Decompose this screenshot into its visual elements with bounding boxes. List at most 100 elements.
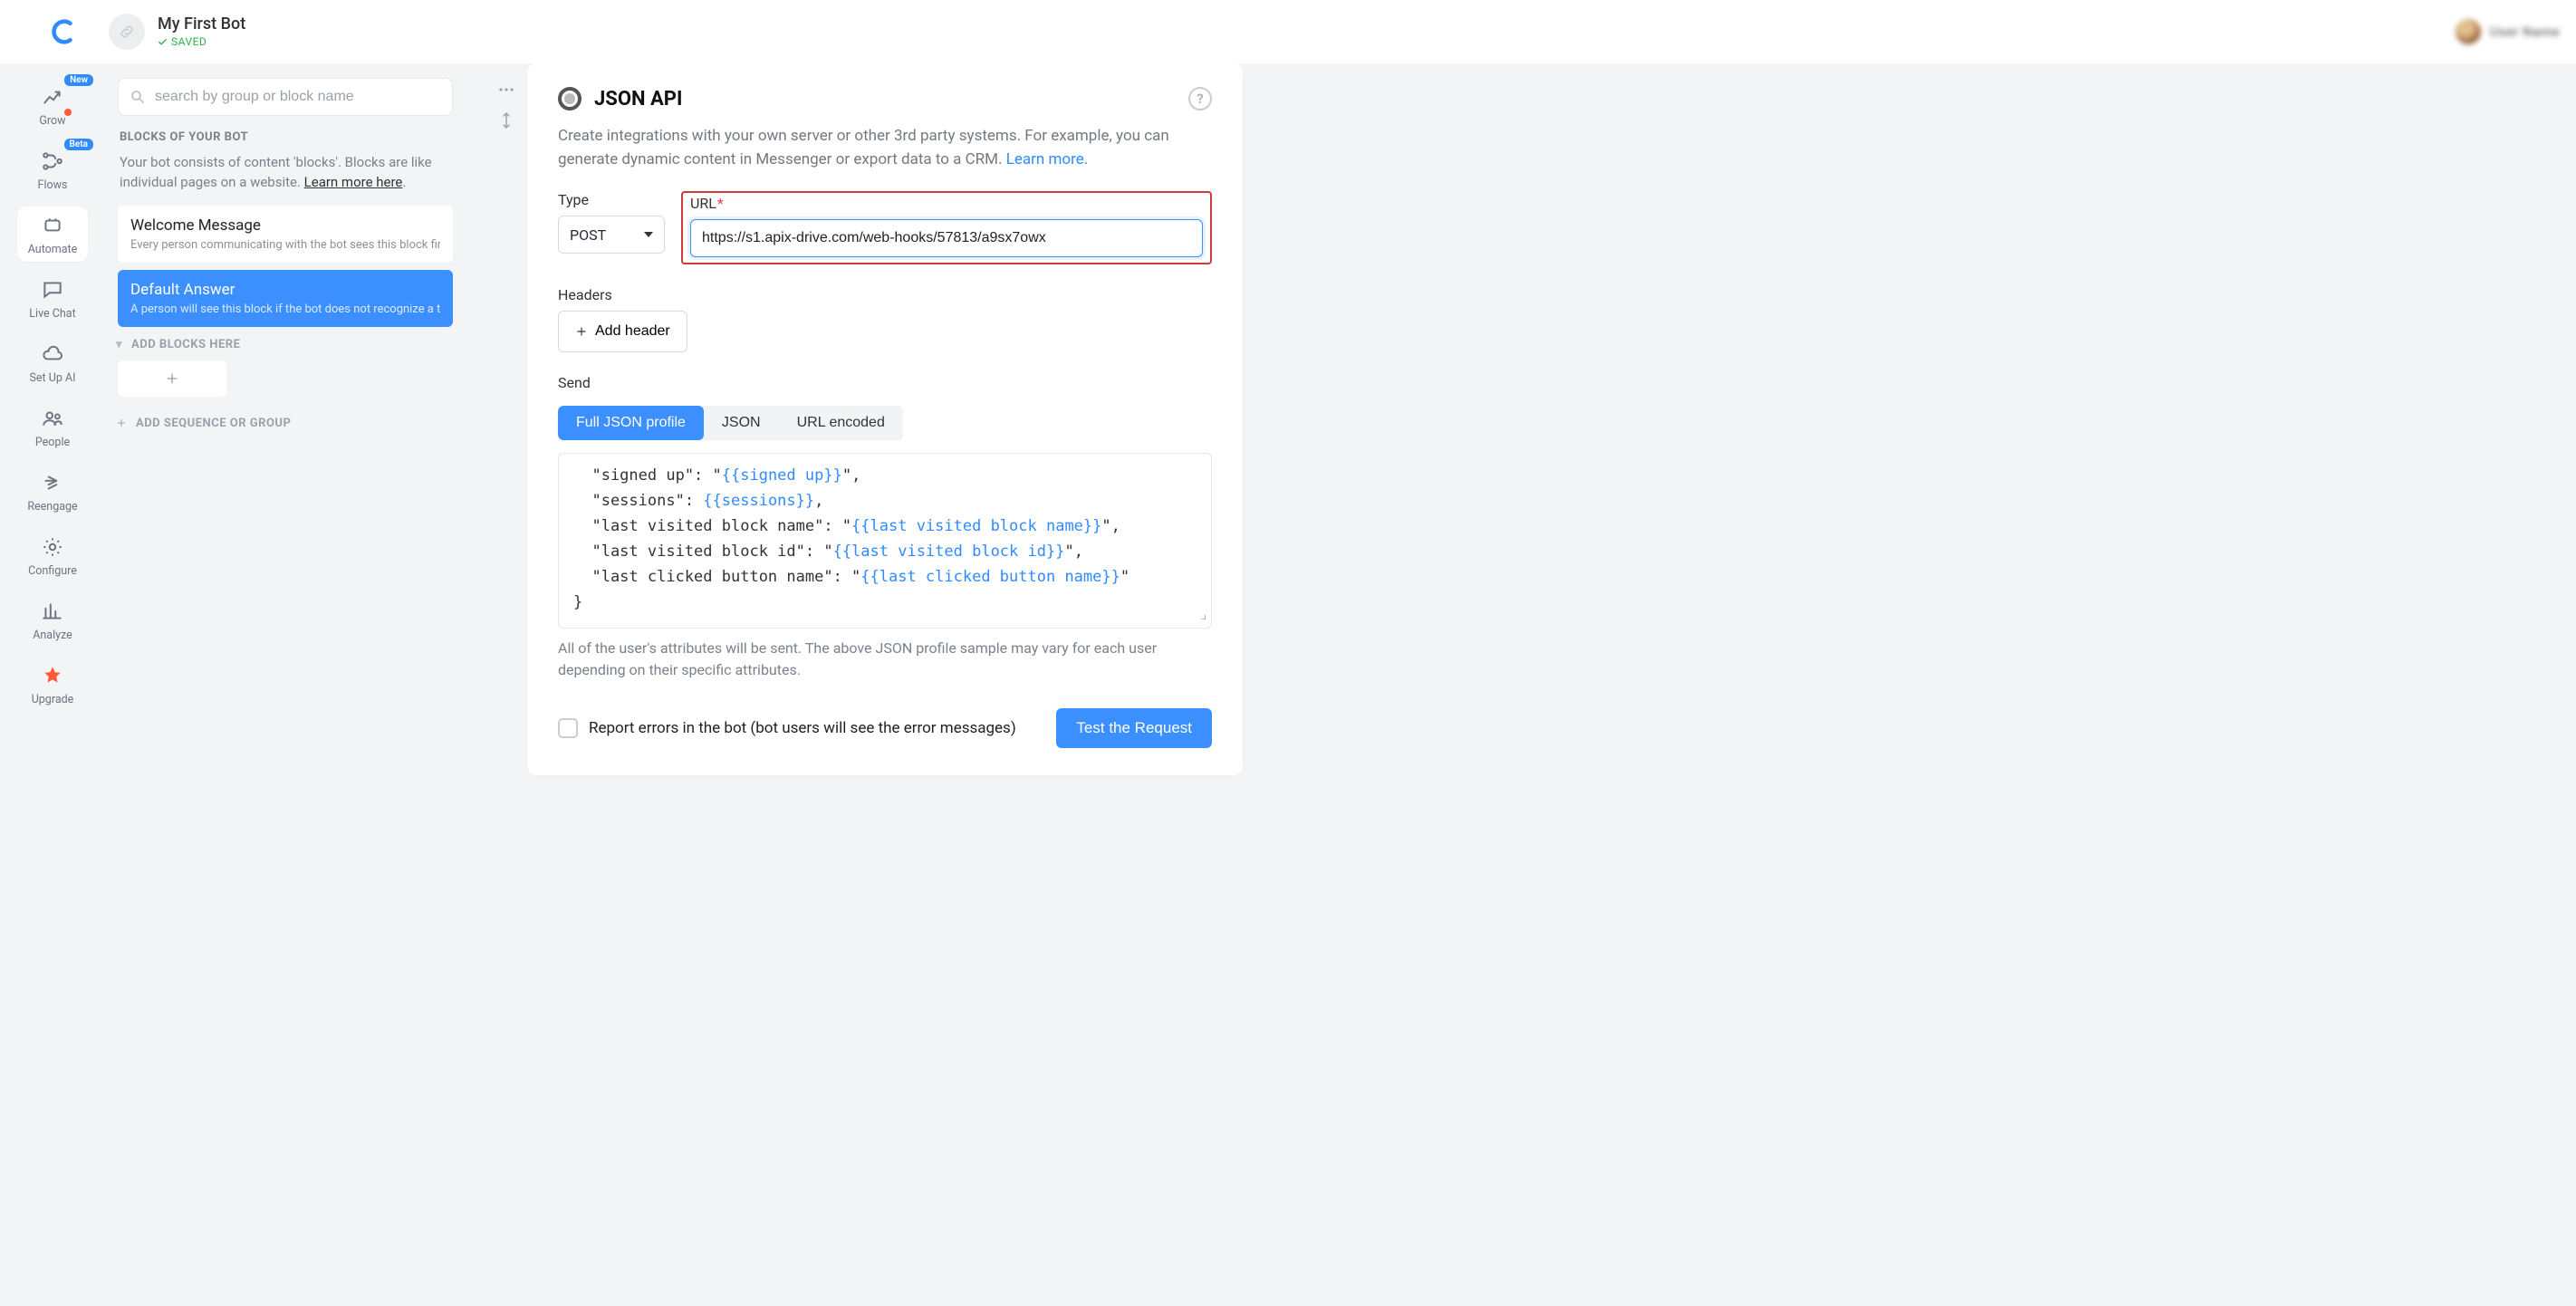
add-sequence-row[interactable]: ADD SEQUENCE OR GROUP xyxy=(116,417,469,430)
user-name: User Name xyxy=(2490,24,2560,40)
link-icon xyxy=(118,23,136,41)
plus-icon xyxy=(116,418,127,428)
left-nav: New Grow Beta Flows Automate Live Chat S… xyxy=(0,63,105,1306)
json-hint: All of the user's attributes will be sen… xyxy=(558,638,1212,681)
add-block-button[interactable] xyxy=(118,360,226,397)
gear-icon xyxy=(41,535,64,559)
block-title: Default Answer xyxy=(130,281,440,299)
nav-grow[interactable]: New Grow xyxy=(17,78,88,133)
logo-c-icon xyxy=(47,16,78,47)
new-badge: New xyxy=(64,74,93,86)
analyze-icon xyxy=(41,600,64,623)
reengage-icon xyxy=(41,471,64,495)
headers-label: Headers xyxy=(558,286,1212,303)
nav-flows[interactable]: Beta Flows xyxy=(17,142,88,197)
grow-icon xyxy=(41,85,64,109)
json-api-panel: JSON API ? Create integrations with your… xyxy=(527,63,1243,775)
nav-analyze-label: Analyze xyxy=(33,629,72,642)
app-logo[interactable] xyxy=(22,16,103,47)
type-select[interactable]: POST xyxy=(558,216,665,254)
nav-set-up-ai[interactable]: Set Up AI xyxy=(17,335,88,390)
people-icon xyxy=(41,407,64,430)
top-bar: My First Bot SAVED User Name xyxy=(0,0,2576,63)
blocks-desc: Your bot consists of content 'blocks'. B… xyxy=(120,153,458,193)
search-box[interactable] xyxy=(118,78,453,116)
nav-automate[interactable]: Automate xyxy=(17,206,88,262)
json-body-textarea[interactable]: "signed up": "{{signed up}}", "sessions"… xyxy=(558,453,1212,629)
nav-configure[interactable]: Configure xyxy=(17,528,88,583)
url-highlight-frame: URL* xyxy=(681,191,1212,264)
nav-reengage[interactable]: Reengage xyxy=(17,464,88,519)
seg-json[interactable]: JSON xyxy=(704,406,779,440)
flows-icon xyxy=(41,149,64,173)
saved-label: SAVED xyxy=(171,35,207,48)
nav-grow-label: Grow xyxy=(39,114,65,128)
panel-desc: Create integrations with your own server… xyxy=(558,125,1212,171)
add-header-button[interactable]: Add header xyxy=(558,311,687,352)
blocks-heading: BLOCKS OF YOUR BOT xyxy=(120,130,469,144)
url-label: URL* xyxy=(690,195,1203,212)
block-card-default[interactable]: Default Answer A person will see this bl… xyxy=(118,270,453,327)
nav-live-chat[interactable]: Live Chat xyxy=(17,271,88,326)
type-value: POST xyxy=(570,226,606,244)
nav-people[interactable]: People xyxy=(17,399,88,455)
json-api-icon xyxy=(558,87,582,110)
user-avatar-icon xyxy=(2456,19,2481,44)
help-button[interactable]: ? xyxy=(1188,87,1212,110)
add-sequence-label: ADD SEQUENCE OR GROUP xyxy=(136,417,291,430)
seg-full-json[interactable]: Full JSON profile xyxy=(558,406,704,440)
add-blocks-row[interactable]: ▾ ADD BLOCKS HERE xyxy=(116,338,469,351)
type-label: Type xyxy=(558,191,665,208)
report-errors-label: Report errors in the bot (bot users will… xyxy=(589,719,1016,737)
editor-gutter xyxy=(485,63,527,1306)
bot-title: My First Bot xyxy=(158,15,245,34)
nav-live-chat-label: Live Chat xyxy=(29,307,75,321)
plus-icon xyxy=(165,371,179,386)
bot-chip[interactable]: My First Bot SAVED xyxy=(109,14,245,50)
resize-handle-icon[interactable]: ⌟ xyxy=(1200,605,1207,626)
drag-vertical-icon xyxy=(501,112,512,129)
nav-people-label: People xyxy=(35,436,70,449)
nav-flows-label: Flows xyxy=(38,178,68,192)
block-title: Welcome Message xyxy=(130,216,440,235)
check-icon xyxy=(158,37,168,47)
dots-horizontal-icon xyxy=(498,87,514,92)
drag-handle-button[interactable] xyxy=(501,112,512,132)
nav-upgrade[interactable]: Upgrade xyxy=(17,657,88,712)
add-header-label: Add header xyxy=(595,323,670,340)
automate-icon xyxy=(41,214,64,237)
url-input[interactable] xyxy=(690,219,1203,257)
report-errors-row[interactable]: Report errors in the bot (bot users will… xyxy=(558,718,1016,738)
search-input[interactable] xyxy=(155,89,441,105)
seg-url-encoded[interactable]: URL encoded xyxy=(779,406,903,440)
add-blocks-label: ADD BLOCKS HERE xyxy=(131,338,240,351)
star-icon xyxy=(41,664,64,687)
more-menu-button[interactable] xyxy=(498,80,514,96)
test-request-button[interactable]: Test the Request xyxy=(1056,708,1212,748)
saved-indicator: SAVED xyxy=(158,35,245,48)
beta-badge: Beta xyxy=(64,139,93,150)
user-menu[interactable]: User Name xyxy=(2456,19,2560,44)
chat-icon xyxy=(41,278,64,302)
block-desc: Every person communicating with the bot … xyxy=(130,238,440,252)
panel-title: JSON API xyxy=(594,88,682,110)
nav-configure-label: Configure xyxy=(28,564,77,578)
nav-analyze[interactable]: Analyze xyxy=(17,592,88,648)
send-segment: Full JSON profile JSON URL encoded xyxy=(558,406,903,440)
nav-ai-label: Set Up AI xyxy=(29,371,75,385)
block-card-welcome[interactable]: Welcome Message Every person communicati… xyxy=(118,206,453,263)
send-label: Send xyxy=(558,374,1212,391)
learn-more-link[interactable]: Learn more. xyxy=(1006,150,1089,168)
learn-more-here-link[interactable]: Learn more here xyxy=(304,174,403,190)
search-icon xyxy=(130,89,146,105)
required-asterisk-icon: * xyxy=(717,195,724,212)
block-desc: A person will see this block if the bot … xyxy=(130,302,440,316)
chevron-down-icon: ▾ xyxy=(116,338,122,351)
caret-down-icon xyxy=(644,232,653,237)
report-errors-checkbox[interactable] xyxy=(558,718,578,738)
notification-dot-icon xyxy=(64,109,72,116)
plus-icon xyxy=(575,325,588,338)
blocks-column: BLOCKS OF YOUR BOT Your bot consists of … xyxy=(105,63,485,1306)
nav-automate-label: Automate xyxy=(28,243,78,256)
bot-avatar xyxy=(109,14,145,50)
